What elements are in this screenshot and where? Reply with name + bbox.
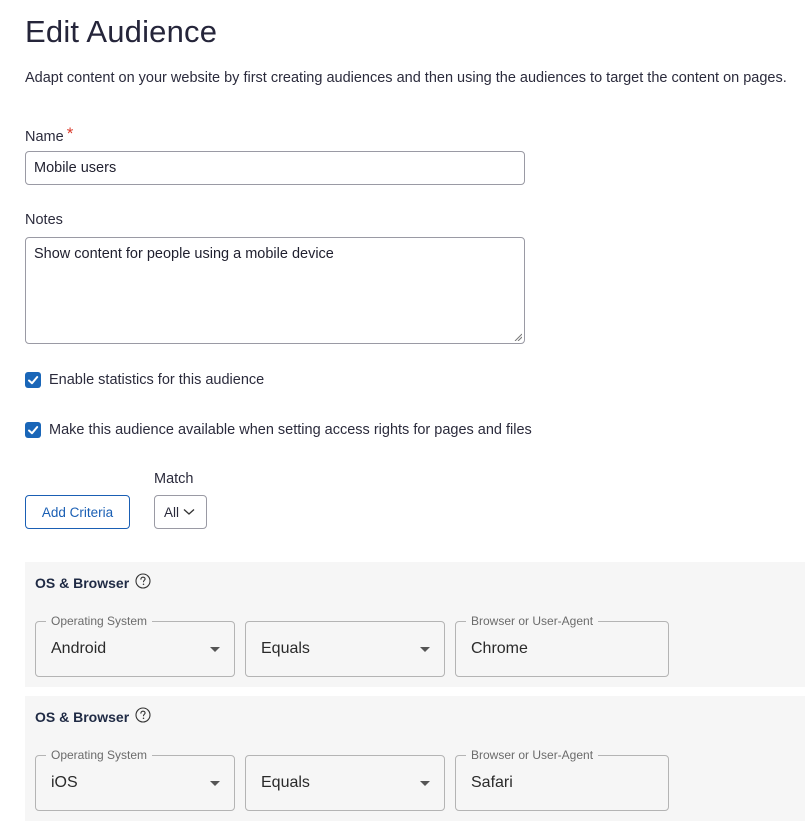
match-select[interactable]: All bbox=[154, 495, 207, 529]
browser-agent-value: Safari bbox=[471, 774, 513, 791]
browser-agent-legend: Browser or User-Agent bbox=[466, 748, 599, 762]
triangle-down-icon bbox=[420, 647, 430, 652]
notes-textarea[interactable]: Show content for people using a mobile d… bbox=[25, 237, 525, 344]
triangle-down-icon bbox=[210, 647, 220, 652]
criteria-title-row: OS & Browser bbox=[35, 707, 151, 725]
name-label-row: Name * bbox=[25, 124, 74, 146]
required-mark: * bbox=[66, 124, 74, 143]
enable-statistics-label: Enable statistics for this audience bbox=[49, 372, 265, 388]
triangle-down-icon bbox=[420, 781, 430, 786]
chevron-down-icon bbox=[183, 509, 195, 515]
criteria-title: OS & Browser bbox=[35, 575, 130, 591]
access-rights-label: Make this audience available when settin… bbox=[49, 422, 532, 438]
edit-audience-page: Edit Audience Adapt content on your webs… bbox=[0, 0, 805, 821]
match-value: All bbox=[164, 504, 180, 520]
operator-value: Equals bbox=[261, 640, 310, 657]
notes-label: Notes bbox=[25, 212, 63, 228]
help-circle-icon[interactable] bbox=[135, 707, 151, 723]
resize-grip-icon[interactable] bbox=[514, 333, 522, 341]
operator-select[interactable]: Equals bbox=[245, 755, 445, 811]
notes-text: Show content for people using a mobile d… bbox=[34, 246, 334, 262]
enable-statistics-checkbox[interactable] bbox=[25, 372, 41, 388]
operating-system-select[interactable]: Operating System iOS bbox=[35, 748, 235, 811]
operating-system-legend: Operating System bbox=[46, 748, 153, 762]
criteria-title: OS & Browser bbox=[35, 709, 130, 725]
triangle-down-icon bbox=[210, 781, 220, 786]
name-label: Name bbox=[25, 129, 64, 145]
criteria-block: OS & Browser Operating System Android Eq… bbox=[25, 562, 805, 687]
operator-value: Equals bbox=[261, 774, 310, 791]
check-icon bbox=[28, 426, 39, 435]
page-intro: Adapt content on your website by first c… bbox=[25, 70, 787, 86]
criteria-block: OS & Browser Operating System iOS Equals… bbox=[25, 696, 805, 821]
name-input[interactable] bbox=[25, 151, 525, 185]
help-circle-icon[interactable] bbox=[135, 573, 151, 589]
match-label: Match bbox=[154, 471, 194, 487]
enable-statistics-row[interactable]: Enable statistics for this audience bbox=[25, 372, 264, 388]
browser-agent-value: Chrome bbox=[471, 640, 528, 657]
criteria-title-row: OS & Browser bbox=[35, 573, 151, 591]
access-rights-checkbox[interactable] bbox=[25, 422, 41, 438]
operator-select[interactable]: Equals bbox=[245, 621, 445, 677]
browser-agent-input[interactable]: Browser or User-Agent Safari bbox=[455, 748, 669, 811]
operating-system-value: Android bbox=[51, 640, 107, 657]
access-rights-row[interactable]: Make this audience available when settin… bbox=[25, 422, 532, 438]
check-icon bbox=[28, 376, 39, 385]
browser-agent-input[interactable]: Browser or User-Agent Chrome bbox=[455, 614, 669, 677]
page-title: Edit Audience bbox=[25, 14, 218, 49]
operating-system-value: iOS bbox=[51, 774, 78, 791]
add-criteria-button[interactable]: Add Criteria bbox=[25, 495, 130, 529]
operating-system-legend: Operating System bbox=[46, 614, 153, 628]
browser-agent-legend: Browser or User-Agent bbox=[466, 614, 599, 628]
operating-system-select[interactable]: Operating System Android bbox=[35, 614, 235, 677]
